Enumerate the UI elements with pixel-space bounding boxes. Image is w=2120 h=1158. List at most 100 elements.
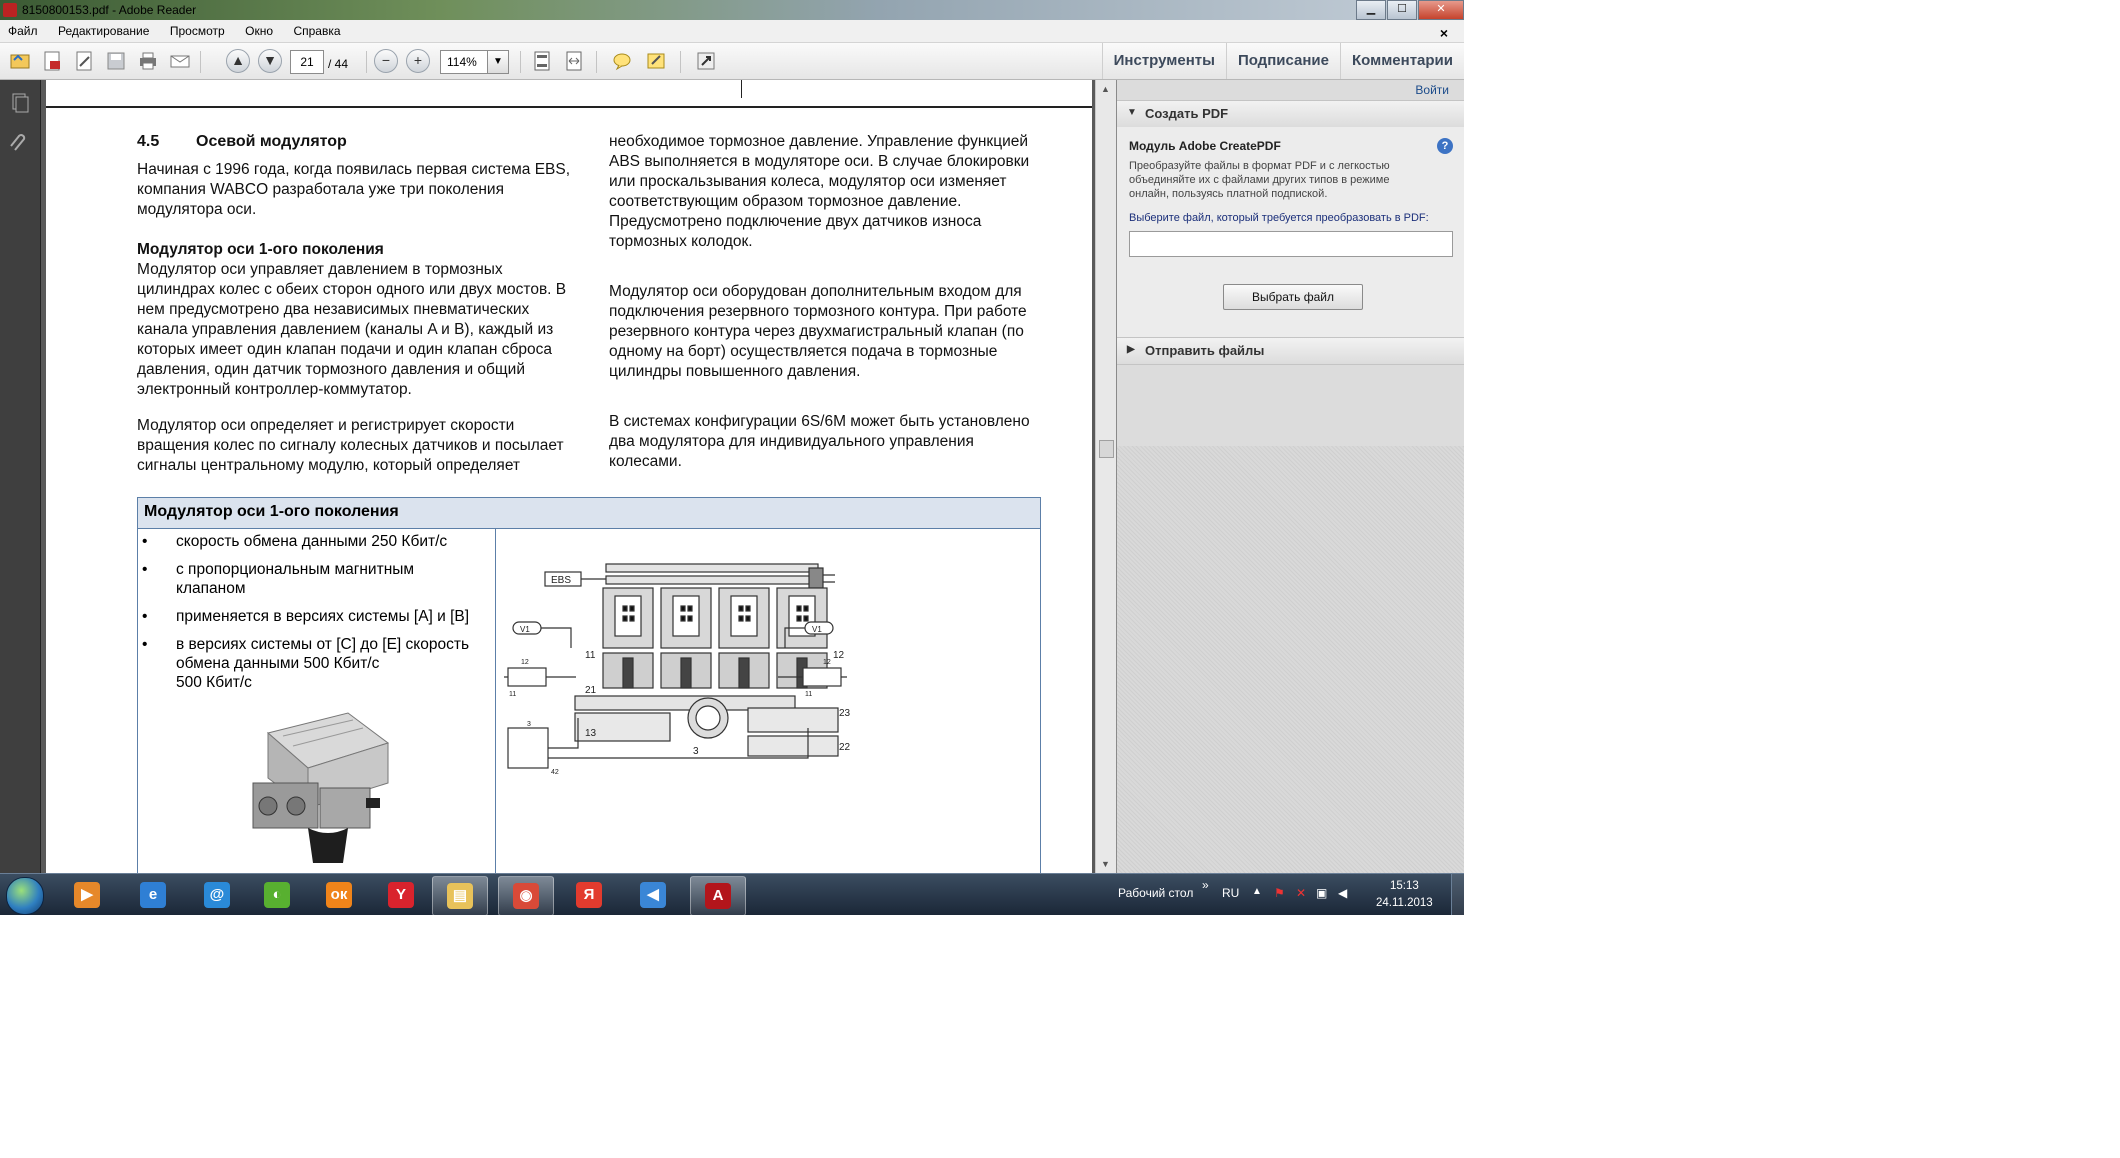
create-pdf-section-header[interactable]: ▼ Создать PDF [1117, 100, 1464, 128]
start-button[interactable] [6, 877, 44, 915]
zoom-out-icon[interactable]: − [374, 49, 398, 73]
comment-icon[interactable] [610, 49, 634, 73]
feature-list: • скорость обмена данными 250 Кбит/с • с… [138, 532, 493, 701]
taskbar-app-button[interactable]: ок [312, 876, 366, 914]
fit-width-icon[interactable] [562, 49, 586, 73]
taskbar-app-button[interactable]: ▤ [432, 876, 488, 915]
create-pdf-panel: Модуль Adobe CreatePDF ? Преобразуйте фа… [1117, 127, 1464, 337]
volume-icon[interactable]: ◀ [1338, 886, 1347, 900]
windows-taskbar: ▶ e @ ◐ ок Y ▤ ◉ Я ◀ A Рабочий стол » RU ▲ ⚑ ✕ ▣ ◀… [0, 873, 1464, 915]
close-button[interactable]: ✕ [1418, 0, 1464, 20]
fit-page-icon[interactable] [530, 49, 554, 73]
adobe-reader-icon: A [705, 883, 731, 909]
module-title: Модуль Adobe CreatePDF [1129, 139, 1281, 153]
title-bar: 8150800153.pdf - Adobe Reader ▁ ☐ ✕ [0, 0, 1464, 20]
module-description: Преобразуйте файлы в формат PDF и с легк… [1129, 160, 1390, 200]
tools-link[interactable]: Инструменты [1101, 43, 1226, 79]
section-title: Осевой модулятор [196, 133, 347, 150]
menu-help[interactable]: Справка [285, 20, 348, 38]
taskbar-app-button[interactable]: A [690, 876, 746, 915]
list-item: • с пропорциональным магнитным клапаном [142, 561, 415, 597]
highlight-icon[interactable] [644, 49, 668, 73]
select-file-button[interactable]: Выбрать файл [1223, 284, 1363, 310]
menu-window[interactable]: Окно [237, 20, 281, 38]
menu-file[interactable]: Файл [0, 20, 46, 38]
page-thumbnails-icon[interactable] [8, 92, 30, 114]
taskbar-app-button[interactable]: Я [562, 876, 616, 914]
file-path-input[interactable] [1129, 231, 1453, 257]
open-file-icon[interactable] [8, 49, 32, 73]
taskbar-app-button[interactable]: ◉ [498, 876, 554, 915]
network-icon[interactable]: ▣ [1316, 886, 1327, 900]
schematic-port-22: 22 [839, 742, 851, 753]
odnoklassniki-icon: ок [326, 882, 352, 908]
schematic-valve-label: 11 [805, 691, 812, 698]
right-paragraph-3: В системах конфигурации 6S/6M может быть… [609, 413, 1030, 470]
minimize-button[interactable]: ▁ [1356, 0, 1386, 20]
schematic-port-12: 12 [833, 650, 845, 661]
taskbar-app-button[interactable]: ▶ [60, 876, 114, 914]
system-clock[interactable]: 15:13 24.11.2013 [1376, 878, 1433, 912]
close-document-button[interactable]: × [1432, 21, 1456, 41]
file-explorer-icon: ▤ [447, 883, 473, 909]
chrome-icon: ◉ [513, 883, 539, 909]
previous-page-icon[interactable]: ▲ [226, 49, 250, 73]
network-alert-icon[interactable]: ✕ [1296, 886, 1306, 900]
page-number-input[interactable]: 21 [290, 50, 324, 74]
taskbar-app-button[interactable]: ◐ [250, 876, 304, 914]
toolbar-chevron[interactable]: » [1202, 878, 1209, 892]
feature-table: Модулятор оси 1-ого поколения • скорость… [137, 497, 1041, 873]
print-icon[interactable] [136, 49, 160, 73]
right-paragraph-1: необходимое тормозное давление. Управлен… [609, 133, 1030, 250]
right-paragraph-2: Модулятор оси оборудован дополнительным … [609, 283, 1027, 380]
volume-app-icon: ◀ [640, 882, 666, 908]
menu-bar: Файл Редактирование Просмотр Окно Справк… [0, 20, 1464, 43]
document-scrollbar[interactable]: ▲ ▼ [1095, 80, 1116, 873]
scrollbar-thumb[interactable] [1099, 440, 1114, 458]
action-center-icon[interactable]: ⚑ [1274, 886, 1285, 900]
schematic-port-23: 23 [839, 708, 851, 719]
yandex-icon: Я [576, 882, 602, 908]
show-desktop-button[interactable] [1451, 874, 1464, 915]
subheading: Модулятор оси 1-ого поколения [137, 241, 384, 258]
login-link[interactable]: Войти [1415, 83, 1449, 97]
create-pdf-icon[interactable] [40, 49, 64, 73]
email-icon[interactable] [168, 49, 192, 73]
menu-edit[interactable]: Редактирование [50, 20, 157, 38]
attachments-icon[interactable] [8, 132, 30, 154]
save-icon[interactable] [104, 49, 128, 73]
next-page-icon[interactable]: ▼ [258, 49, 282, 73]
scroll-down-icon[interactable]: ▼ [1101, 859, 1110, 869]
schematic-valve-label: 12 [823, 659, 831, 666]
app-window: 8150800153.pdf - Adobe Reader ▁ ☐ ✕ Файл… [0, 0, 1464, 915]
sign-link[interactable]: Подписание [1225, 43, 1340, 79]
taskbar-app-button[interactable]: @ [190, 876, 244, 914]
document-view: 4.5 Осевой модулятор Начиная с 1996 года… [41, 80, 1095, 873]
globe-app-icon: ◐ [264, 882, 290, 908]
taskbar-app-button[interactable]: Y [374, 876, 428, 914]
tray-expand-icon[interactable]: ▲ [1252, 886, 1262, 897]
zoom-dropdown-icon[interactable]: ▼ [487, 50, 509, 74]
list-item: • скорость обмена данными 250 Кбит/с [142, 533, 448, 550]
schematic-valve-label: 42 [551, 769, 559, 776]
left-paragraph-2: Модулятор оси управляет давлением в торм… [137, 261, 567, 398]
menu-view[interactable]: Просмотр [162, 20, 233, 38]
taskbar-app-button[interactable]: ◀ [626, 876, 680, 914]
send-files-section-header[interactable]: ▶ Отправить файлы [1117, 337, 1464, 365]
navigation-pane [0, 80, 41, 873]
expand-icon[interactable] [694, 49, 718, 73]
desktop-toolbar-label[interactable]: Рабочий стол [1118, 886, 1193, 900]
zoom-in-icon[interactable]: + [406, 49, 430, 73]
scroll-up-icon[interactable]: ▲ [1101, 84, 1110, 94]
maximize-button[interactable]: ☐ [1387, 0, 1417, 20]
help-icon[interactable]: ? [1437, 138, 1453, 154]
select-file-label: Выберите файл, который требуется преобра… [1129, 212, 1429, 224]
panel-empty-area [1117, 446, 1464, 873]
taskbar-app-button[interactable]: e [126, 876, 180, 914]
edit-pdf-icon[interactable] [72, 49, 96, 73]
schematic-port-11: 11 [585, 650, 596, 661]
list-item: • применяется в версиях системы [A] и [B… [142, 608, 470, 625]
comments-link[interactable]: Комментарии [1339, 43, 1464, 79]
internet-explorer-icon: e [140, 882, 166, 908]
language-indicator[interactable]: RU [1222, 886, 1239, 900]
